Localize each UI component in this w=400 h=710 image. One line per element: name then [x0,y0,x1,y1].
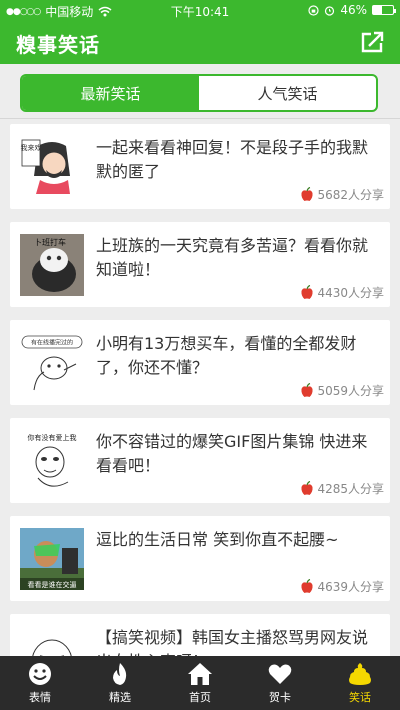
divider [0,118,400,119]
thumbnail-caption: 看看是谁在交逼 [28,580,77,589]
thumbnail-caption: 有在线播完过的 [31,339,73,347]
thumbnail-image: 你有没有爱上我 [20,430,84,492]
share-count: 4639人分享 [300,578,384,595]
thumbnail-image: 有在线播完过的 [20,332,84,394]
apple-icon [301,383,314,397]
share-count: 4285人分享 [300,480,384,497]
heart-icon [268,663,292,684]
tab-label: 精选 [109,690,131,704]
bottom-tab-bar: 表情 精选 首页 贺卡 笑话 [0,656,400,710]
thumbnail-caption: 你有没有爱上我 [28,433,77,442]
item-title: 你不容错过的爆笑GIF图片集锦 快进来看看吧！ [96,432,368,475]
thumbnail: 看看是谁在交逼 [20,528,84,590]
tab-jokes[interactable]: 笑话 [320,656,400,710]
battery-level [373,6,383,14]
share-count-text: 5059人分享 [317,384,384,398]
list-item[interactable]: 看看是谁在交逼 逗比的生活日常 笑到你直不起腰~ 4639人分享 [10,516,390,601]
item-title: 一起来看看神回复！不是段子手的我默默的匿了 [96,138,369,181]
share-count-text: 5682人分享 [317,188,384,202]
apple-icon [301,285,314,299]
thumbnail-caption: 卜班打车 [34,237,66,247]
status-bar: ●●○○○ 中国移动 下午10:41 46% [0,0,400,20]
smiley-icon [29,662,51,685]
thumbnail-image: 我来戏 [20,136,84,198]
item-title: 逗比的生活日常 笑到你直不起腰~ [96,530,339,549]
share-count-text: 4639人分享 [317,580,384,594]
thumbnail-caption: 我来戏 [21,143,42,152]
thumbnail: 有在线播完过的 [20,332,84,394]
share-icon[interactable] [360,30,386,54]
tab-label: 表情 [29,690,51,704]
home-icon [188,662,212,685]
battery-icon [372,5,396,15]
alarm-icon [325,5,335,16]
tab-label: 首页 [189,690,211,704]
flame-icon [113,662,127,685]
share-count: 5682人分享 [300,186,384,203]
tab-greeting-cards[interactable]: 贺卡 [240,656,320,710]
thumbnail: 卜班打车 [20,234,84,296]
apple-icon [301,481,314,495]
tab-emoji[interactable]: 表情 [0,656,80,710]
apple-icon [301,579,314,593]
list-item[interactable]: 你有没有爱上我 你不容错过的爆笑GIF图片集锦 快进来看看吧！ 4285人分享 [10,418,390,503]
item-title: 上班族的一天究竟有多苦逼？看看你就知道啦！ [96,236,369,279]
list-item[interactable]: 卜班打车 上班族的一天究竟有多苦逼？看看你就知道啦！ 4430人分享 [10,222,390,307]
tab-latest-jokes[interactable]: 最新笑话 [22,76,199,110]
tab-home[interactable]: 首页 [160,656,240,710]
poop-icon [349,662,371,685]
battery-percent: 46% [340,3,367,17]
list-item[interactable]: 有在线播完过的 小明有13万想买车，看懂的全都发财了，你还不懂？ 5059人分享 [10,320,390,405]
thumbnail-image: 卜班打车 [20,234,84,296]
share-count: 4430人分享 [300,284,384,301]
share-count-text: 4430人分享 [317,286,384,300]
nav-bar: 糗事笑话 [0,20,400,64]
share-count: 5059人分享 [300,382,384,399]
thumbnail: 我来戏 [20,136,84,198]
tab-label: 笑话 [349,690,371,704]
tab-label: 贺卡 [269,690,291,704]
category-tabs: 最新笑话 人气笑话 [20,74,378,112]
item-title: 小明有13万想买车，看懂的全都发财了，你还不懂？ [96,334,357,377]
rotation-lock-icon [308,4,319,16]
tab-featured[interactable]: 精选 [80,656,160,710]
apple-icon [301,187,314,201]
app-title: 糗事笑话 [16,33,100,57]
list-item[interactable]: 我来戏 一起来看看神回复！不是段子手的我默默的匿了 5682人分享 [10,124,390,209]
thumbnail: 你有没有爱上我 [20,430,84,492]
tab-popular-jokes[interactable]: 人气笑话 [199,76,376,110]
thumbnail-image: 看看是谁在交逼 [20,528,84,590]
share-count-text: 4285人分享 [317,482,384,496]
